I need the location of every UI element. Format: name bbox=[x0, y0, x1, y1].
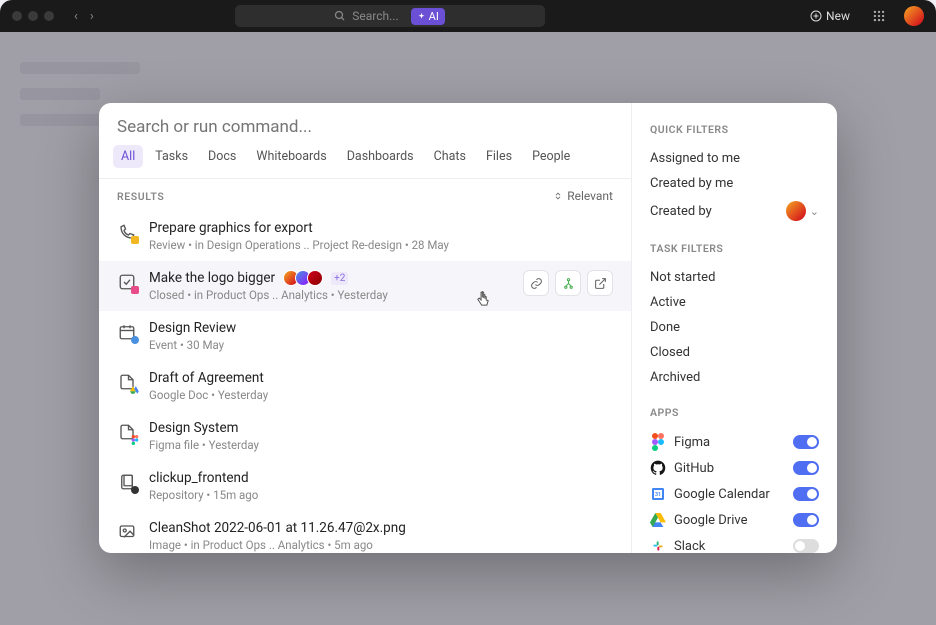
filter-created-by[interactable]: Created by ⌄ bbox=[650, 196, 819, 226]
filter-not-started[interactable]: Not started bbox=[650, 265, 819, 290]
app-titlebar: ‹ › Search... AI New bbox=[0, 0, 936, 32]
open-new-button[interactable] bbox=[587, 270, 613, 296]
result-title: Prepare graphics for export bbox=[149, 220, 313, 236]
google-calendar-icon: 31 bbox=[650, 486, 666, 502]
result-meta: Google Doc • Yesterday bbox=[149, 388, 613, 402]
result-repo[interactable]: clickup_frontend Repository • 15m ago bbox=[99, 461, 631, 511]
quick-filters-heading: QUICK FILTERS bbox=[650, 123, 819, 136]
nav-back-icon[interactable]: ‹ bbox=[70, 7, 82, 26]
nav-forward-icon[interactable]: › bbox=[86, 7, 98, 26]
result-image[interactable]: CleanShot 2022-06-01 at 11.26.47@2x.png … bbox=[99, 511, 631, 553]
result-title: Design Review bbox=[149, 320, 236, 336]
gdrive-badge-icon bbox=[130, 385, 140, 395]
result-doc[interactable]: Draft of Agreement Google Doc • Yesterda… bbox=[99, 361, 631, 411]
result-title: Draft of Agreement bbox=[149, 370, 264, 386]
figma-toggle[interactable] bbox=[793, 435, 819, 449]
github-toggle[interactable] bbox=[793, 461, 819, 475]
image-icon bbox=[117, 522, 137, 542]
sparkle-icon bbox=[417, 12, 426, 21]
apps-grid-icon[interactable] bbox=[872, 9, 886, 23]
filter-done[interactable]: Done bbox=[650, 315, 819, 340]
task-filters-heading: TASK FILTERS bbox=[650, 242, 819, 255]
filter-assigned-to-me[interactable]: Assigned to me bbox=[650, 146, 819, 171]
copy-link-button[interactable] bbox=[523, 270, 549, 296]
ai-badge[interactable]: AI bbox=[411, 8, 445, 25]
window-controls bbox=[12, 11, 54, 21]
result-meta: Closed • in Product Ops .. Analytics • Y… bbox=[149, 288, 511, 302]
result-title: Make the logo bigger bbox=[149, 270, 275, 286]
filter-tabs: All Tasks Docs Whiteboards Dashboards Ch… bbox=[99, 145, 631, 179]
sort-dropdown[interactable]: Relevant bbox=[553, 189, 613, 203]
results-list: Prepare graphics for export Review • in … bbox=[99, 211, 631, 553]
close-window[interactable] bbox=[12, 11, 22, 21]
result-actions bbox=[523, 270, 613, 296]
command-search-input[interactable] bbox=[117, 117, 613, 137]
gcal-toggle[interactable] bbox=[793, 487, 819, 501]
result-meta: Image • in Product Ops .. Analytics • 5m… bbox=[149, 538, 613, 552]
assignee-avatars bbox=[283, 270, 323, 286]
result-event[interactable]: Design Review Event • 30 May bbox=[99, 311, 631, 361]
tab-whiteboards[interactable]: Whiteboards bbox=[248, 145, 334, 168]
phone-task-icon bbox=[117, 222, 137, 242]
sort-icon bbox=[553, 191, 563, 201]
minimize-window[interactable] bbox=[28, 11, 38, 21]
maximize-window[interactable] bbox=[44, 11, 54, 21]
figma-badge-icon bbox=[130, 435, 140, 445]
svg-text:31: 31 bbox=[655, 492, 661, 498]
tab-tasks[interactable]: Tasks bbox=[147, 145, 196, 168]
nav-arrows: ‹ › bbox=[70, 7, 98, 26]
subtask-button[interactable] bbox=[555, 270, 581, 296]
document-icon bbox=[117, 422, 137, 442]
tab-dashboards[interactable]: Dashboards bbox=[339, 145, 422, 168]
app-figma: Figma bbox=[650, 429, 819, 455]
app-gdrive: Google Drive bbox=[650, 507, 819, 533]
slack-icon bbox=[650, 538, 666, 553]
result-title: Design System bbox=[149, 420, 238, 436]
tab-people[interactable]: People bbox=[524, 145, 578, 168]
app-gcal: 31 Google Calendar bbox=[650, 481, 819, 507]
slack-toggle[interactable] bbox=[793, 539, 819, 553]
more-assignees-badge: +2 bbox=[331, 272, 348, 285]
tab-chats[interactable]: Chats bbox=[426, 145, 474, 168]
result-task[interactable]: Make the logo bigger +2 Closed • in Prod… bbox=[99, 261, 631, 311]
check-task-icon bbox=[117, 272, 137, 292]
document-icon bbox=[117, 372, 137, 392]
results-heading: RESULTS bbox=[117, 190, 164, 203]
plus-circle-icon bbox=[810, 10, 822, 22]
result-title: CleanShot 2022-06-01 at 11.26.47@2x.png bbox=[149, 520, 406, 536]
filter-created-by-me[interactable]: Created by me bbox=[650, 171, 819, 196]
gdrive-toggle[interactable] bbox=[793, 513, 819, 527]
app-slack: Slack bbox=[650, 533, 819, 553]
result-meta: Figma file • Yesterday bbox=[149, 438, 613, 452]
repository-icon bbox=[117, 472, 137, 492]
google-drive-icon bbox=[650, 512, 666, 528]
app-github: GitHub bbox=[650, 455, 819, 481]
result-title: clickup_frontend bbox=[149, 470, 249, 486]
result-figma[interactable]: Design System Figma file • Yesterday bbox=[99, 411, 631, 461]
result-task[interactable]: Prepare graphics for export Review • in … bbox=[99, 211, 631, 261]
command-left-panel: All Tasks Docs Whiteboards Dashboards Ch… bbox=[99, 103, 632, 553]
github-icon bbox=[650, 460, 666, 476]
result-meta: Event • 30 May bbox=[149, 338, 613, 352]
user-avatar[interactable] bbox=[904, 6, 924, 26]
filter-closed[interactable]: Closed bbox=[650, 340, 819, 365]
command-right-panel: QUICK FILTERS Assigned to me Created by … bbox=[632, 103, 837, 553]
global-search[interactable]: Search... AI bbox=[235, 5, 545, 27]
new-button[interactable]: New bbox=[810, 9, 850, 23]
filter-active[interactable]: Active bbox=[650, 290, 819, 315]
search-placeholder: Search... bbox=[352, 9, 398, 23]
filter-user-avatar bbox=[786, 201, 806, 221]
tab-files[interactable]: Files bbox=[478, 145, 520, 168]
search-icon bbox=[334, 10, 346, 22]
result-meta: Repository • 15m ago bbox=[149, 488, 613, 502]
apps-heading: APPS bbox=[650, 406, 819, 419]
tab-all[interactable]: All bbox=[113, 145, 143, 168]
command-palette: All Tasks Docs Whiteboards Dashboards Ch… bbox=[99, 103, 837, 553]
filter-archived[interactable]: Archived bbox=[650, 365, 819, 390]
chevron-down-icon: ⌄ bbox=[810, 205, 819, 218]
figma-icon bbox=[650, 434, 666, 450]
result-meta: Review • in Design Operations .. Project… bbox=[149, 238, 613, 252]
calendar-icon bbox=[117, 322, 137, 342]
tab-docs[interactable]: Docs bbox=[200, 145, 244, 168]
